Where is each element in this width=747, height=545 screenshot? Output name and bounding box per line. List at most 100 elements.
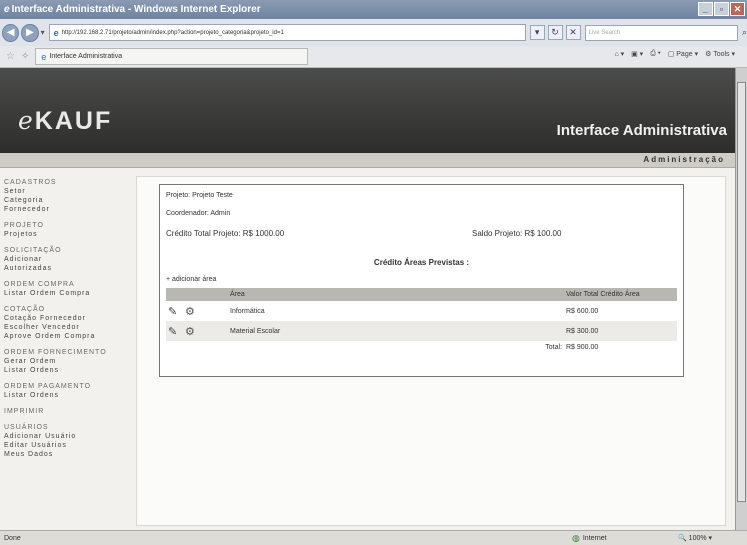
search-input[interactable]: Live Search — [584, 24, 738, 41]
sidebar-item[interactable]: Listar Ordens — [4, 366, 134, 375]
address-bar[interactable]: e http://192.168.2.71/projeto/admin/inde… — [48, 24, 526, 41]
areas-table: Área Valor Total Crédito Área ✎ ⚙ Inform… — [166, 288, 677, 353]
sidebar-item[interactable]: Meus Dados — [4, 450, 134, 459]
sidebar-section-title[interactable]: PROJETO — [4, 221, 134, 230]
banner-title: Interface Administrativa — [556, 122, 727, 139]
sidebar-item[interactable]: Editar Usuários — [4, 441, 134, 450]
stop-icon[interactable]: ✕ — [565, 25, 581, 40]
sidebar-section-title[interactable]: ORDEM FORNECIMENTO — [4, 348, 134, 357]
globe-icon: ◍ — [572, 532, 580, 543]
content-panel: Projeto: Projeto Teste Coordenador: Admi… — [136, 176, 726, 526]
project-box: Projeto: Projeto Teste Coordenador: Admi… — [159, 184, 684, 377]
row-actions: ✎ ⚙ — [166, 321, 228, 341]
sidebar-item[interactable]: Categoria — [4, 196, 134, 205]
status-text: Done — [4, 534, 21, 542]
pencil-icon[interactable]: ✎ — [168, 306, 177, 318]
ekauf-logo: eKAUF — [18, 106, 112, 136]
area-header: Área — [228, 288, 564, 301]
tab-title: Interface Administrativa — [49, 53, 123, 60]
search-icon[interactable]: ⌕ — [742, 27, 747, 38]
site-banner: eKAUF Interface Administrativa — [0, 68, 735, 153]
page-viewport: eKAUF Interface Administrativa Administr… — [0, 68, 735, 530]
zoom-level: 100% — [688, 535, 707, 542]
sidebar-section-title[interactable]: SOLICITAÇÃO — [4, 246, 134, 255]
tools-menu[interactable]: ⚙ Tools ▾ — [705, 50, 735, 58]
projeto-value: Projeto Teste — [192, 192, 233, 199]
url-text: http://192.168.2.71/projeto/admin/index.… — [61, 29, 284, 36]
maximize-button[interactable]: ▫ — [714, 2, 729, 16]
actions-header — [166, 288, 228, 301]
sidebar-item[interactable]: Gerar Ordem — [4, 357, 134, 366]
page-scrollbar[interactable] — [735, 68, 747, 530]
total-row: Total: R$ 900.00 — [166, 341, 677, 353]
sidebar-section-title[interactable]: COTAÇÃO — [4, 305, 134, 314]
area-cell: Informática — [230, 307, 265, 315]
section-title: Administração — [643, 155, 725, 164]
sidebar-section: CADASTROS Setor Categoria Fornecedor — [4, 178, 134, 214]
feeds-icon[interactable]: ▣ ▾ — [631, 50, 643, 58]
sidebar-item[interactable]: Listar Ordem Compra — [4, 289, 134, 298]
security-zone: ◍ Internet — [572, 533, 607, 544]
sidebar-item[interactable]: Cotação Fornecedor — [4, 314, 134, 323]
sidebar-section: PROJETO Projetos — [4, 221, 134, 239]
sidebar-section: ORDEM COMPRA Listar Ordem Compra — [4, 280, 134, 298]
coordenador-value: Admin — [210, 210, 231, 217]
gear-icon[interactable]: ⚙ — [185, 326, 195, 338]
sidebar-section: ORDEM PAGAMENTO Listar Ordens — [4, 382, 134, 400]
close-button[interactable]: ✕ — [730, 2, 745, 16]
sidebar-menu: CADASTROS Setor Categoria Fornecedor PROJETO… — [4, 178, 134, 466]
sidebar-item[interactable]: Fornecedor — [4, 205, 134, 214]
history-dropdown-icon[interactable]: ▾ — [41, 28, 45, 37]
print-icon[interactable]: ⎙ ▾ — [650, 50, 661, 58]
address-row: ◀ ▶ ▾ e http://192.168.2.71/projeto/admi… — [0, 19, 747, 46]
favorites-star-icon[interactable]: ☆ — [6, 51, 15, 62]
sidebar-section-title[interactable]: ORDEM PAGAMENTO — [4, 382, 134, 391]
sidebar-item[interactable]: Listar Ordens — [4, 391, 134, 400]
sidebar-item[interactable]: Setor — [4, 187, 134, 196]
add-area-link[interactable]: + adicionar área — [166, 276, 216, 283]
projeto-line: Projeto: Projeto Teste — [166, 192, 233, 199]
coordenador-line: Coordenador: Admin — [166, 210, 230, 217]
sidebar-section-title[interactable]: USUÁRIOS — [4, 423, 134, 432]
table-row: ✎ ⚙ Informática R$ 600.00 — [166, 301, 677, 321]
sidebar-item[interactable]: Escolher Vencedor — [4, 323, 134, 332]
minimize-button[interactable]: _ — [698, 2, 713, 16]
refresh-icon[interactable]: ↻ — [547, 25, 563, 40]
gear-icon[interactable]: ⚙ — [185, 306, 195, 318]
valor-cell: R$ 600.00 — [566, 307, 599, 315]
zoom-control[interactable]: 🔍 100% ▾ — [678, 534, 712, 542]
dropdown-icon[interactable]: ▾ — [529, 25, 545, 40]
command-bar: ⌂ ▾ ▣ ▾ ⎙ ▾ ▢ Page ▾ ⚙ Tools ▾ — [614, 50, 735, 58]
browser-window: e Interface Administrativa - Windows Int… — [0, 0, 747, 545]
home-icon[interactable]: ⌂ ▾ — [614, 50, 624, 58]
window-title: Interface Administrativa - Windows Inter… — [11, 4, 261, 15]
sidebar-section: ORDEM FORNECIMENTO Gerar Ordem Listar Orde… — [4, 348, 134, 375]
forward-button[interactable]: ▶ — [21, 23, 39, 42]
areas-title: Crédito Áreas Previstas : — [373, 258, 470, 267]
scrollbar-thumb[interactable] — [737, 82, 746, 502]
sidebar-section-title[interactable]: CADASTROS — [4, 178, 134, 187]
back-button[interactable]: ◀ — [2, 23, 20, 42]
credito-total: Crédito Total Projeto: R$ 1000.00 — [166, 229, 285, 238]
sidebar-item[interactable]: Autorizadas — [4, 264, 134, 273]
section-header: Administração — [0, 153, 735, 168]
sidebar-section-title[interactable]: IMPRIMIR — [4, 407, 134, 416]
pencil-icon[interactable]: ✎ — [168, 326, 177, 338]
add-favorites-icon[interactable]: ✧ — [21, 51, 29, 62]
saldo-projeto: Saldo Projeto: R$ 100.00 — [472, 229, 562, 238]
sidebar-item[interactable]: Aprove Ordem Compra — [4, 332, 134, 341]
page-menu[interactable]: ▢ Page ▾ — [668, 50, 698, 58]
tab-row: ☆ ✧ e Interface Administrativa ⌂ ▾ ▣ ▾ ⎙… — [0, 46, 747, 68]
projeto-label: Projeto: — [166, 192, 191, 199]
sidebar-section: COTAÇÃO Cotação Fornecedor Escolher Venced… — [4, 305, 134, 341]
row-actions: ✎ ⚙ — [166, 301, 228, 321]
sidebar-section-title[interactable]: ORDEM COMPRA — [4, 280, 134, 289]
table-header-row: Área Valor Total Crédito Área — [166, 288, 677, 301]
sidebar-item[interactable]: Adicionar Usuário — [4, 432, 134, 441]
title-bar: e Interface Administrativa - Windows Int… — [0, 0, 747, 19]
browser-tab[interactable]: e Interface Administrativa — [35, 48, 309, 65]
coordenador-label: Coordenador: — [166, 210, 209, 217]
tab-page-icon: e — [41, 51, 47, 62]
sidebar-item[interactable]: Adicionar — [4, 255, 134, 264]
sidebar-item[interactable]: Projetos — [4, 230, 134, 239]
